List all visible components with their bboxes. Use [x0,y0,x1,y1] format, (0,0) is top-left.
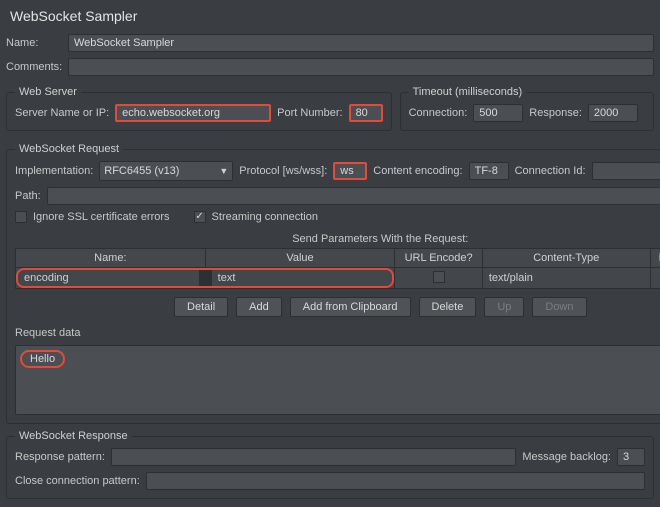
checkbox-icon [194,211,206,223]
close-input[interactable] [146,472,645,490]
delete-button[interactable]: Delete [419,297,477,317]
checkbox-icon [15,211,27,223]
streaming-checkbox[interactable]: Streaming connection [194,211,318,223]
addclip-button[interactable]: Add from Clipboard [290,297,411,317]
reqdata-textarea[interactable]: Hello [15,345,660,415]
encoding-input[interactable] [469,162,509,180]
down-button[interactable]: Down [532,297,586,317]
server-input[interactable] [115,104,271,122]
comments-label: Comments: [6,61,62,73]
timeout-conn-input[interactable] [473,104,523,122]
streaming-label: Streaming connection [212,211,318,223]
backlog-label: Message backlog: [522,451,611,463]
proto-label: Protocol [ws/wss]: [239,165,327,177]
reqdata-value: Hello [20,350,65,368]
add-button[interactable]: Add [236,297,282,317]
proto-input[interactable] [333,162,367,180]
th-name[interactable]: Name: [16,249,206,268]
impl-select[interactable]: RFC6455 (v13) ▼ [99,161,233,181]
timeout-resp-input[interactable] [588,104,638,122]
timeout-conn-label: Connection: [409,107,468,119]
port-label: Port Number: [277,107,342,119]
comments-input[interactable] [68,58,654,76]
name-label: Name: [6,37,62,49]
path-label: Path: [15,190,41,202]
path-input[interactable] [47,187,660,205]
th-ctype[interactable]: Content-Type [482,249,650,268]
detail-button[interactable]: Detail [174,297,228,317]
impl-label: Implementation: [15,165,93,177]
pattern-label: Response pattern: [15,451,105,463]
page-title: WebSocket Sampler [6,2,654,34]
cell-urlencode[interactable] [395,268,483,289]
impl-value: RFC6455 (v13) [104,165,179,177]
connid-label: Connection Id: [515,165,586,177]
cell-ctype[interactable]: text/plain [482,268,650,289]
port-input[interactable] [349,104,383,122]
cell-include[interactable] [650,268,660,289]
timeout-resp-label: Response: [529,107,582,119]
table-row[interactable]: encoding text text/plain [16,268,660,289]
pattern-input[interactable] [111,448,516,466]
encoding-label: Content encoding: [373,165,462,177]
cell-name[interactable]: encoding [18,272,199,284]
ignore-ssl-label: Ignore SSL certificate errors [33,211,170,223]
th-include[interactable]: Include Equals? [650,249,660,268]
cell-value[interactable]: text [212,272,393,284]
param-table: Name: Value URL Encode? Content-Type Inc… [15,248,660,289]
chevron-down-icon: ▼ [219,166,228,176]
close-label: Close connection pattern: [15,475,140,487]
ignore-ssl-checkbox[interactable]: Ignore SSL certificate errors [15,211,170,223]
connid-input[interactable] [592,162,660,180]
row-namevalue-highlight: encoding text [16,268,394,288]
name-input[interactable] [68,34,654,52]
backlog-input[interactable] [617,448,645,466]
webserver-legend: Web Server [15,86,81,98]
up-button[interactable]: Up [484,297,524,317]
server-label: Server Name or IP: [15,107,109,119]
th-urlenc[interactable]: URL Encode? [395,249,483,268]
reqdata-label: Request data [15,327,660,339]
wsresp-legend: WebSocket Response [15,430,132,442]
wsreq-legend: WebSocket Request [15,143,123,155]
th-value[interactable]: Value [205,249,395,268]
timeout-legend: Timeout (milliseconds) [409,86,527,98]
checkbox-icon [433,271,445,283]
params-title: Send Parameters With the Request: [15,233,660,245]
